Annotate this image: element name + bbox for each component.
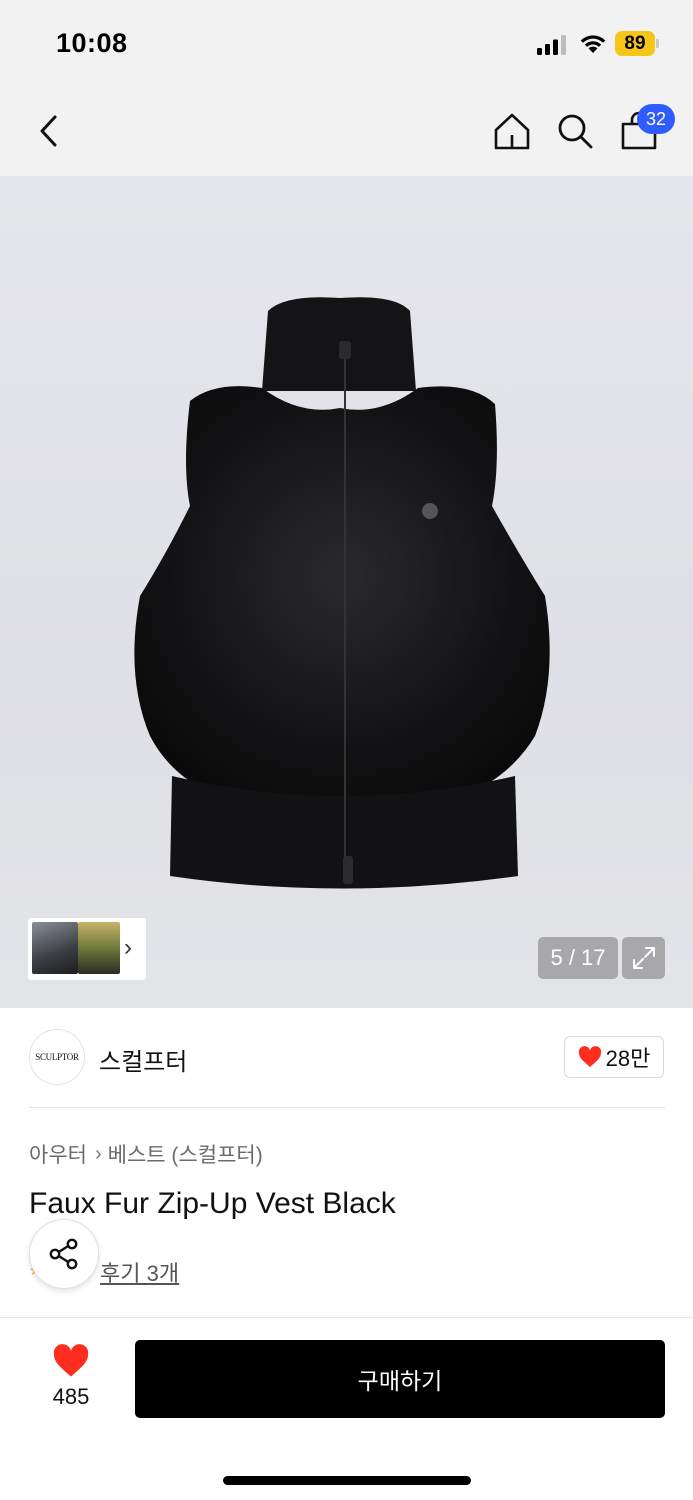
expand-icon	[632, 947, 655, 969]
buy-button[interactable]: 구매하기	[135, 1340, 665, 1418]
thumbnail-strip[interactable]: ›	[28, 918, 146, 980]
status-time: 10:08	[56, 28, 128, 58]
battery-indicator: 89	[615, 31, 659, 56]
product-image-gallery[interactable]: › 5 / 17	[0, 176, 693, 1008]
breadcrumb: 아우터 › 베스트 (스컬프터)	[29, 1139, 263, 1169]
battery-tip	[656, 39, 659, 48]
brand-like-button[interactable]: 28만	[564, 1036, 664, 1078]
heart-icon	[53, 1344, 89, 1377]
brand-row: SCULPTOR 스컬프터 28만	[0, 1008, 693, 1108]
wishlist-count: 485	[52, 1384, 90, 1409]
search-icon	[558, 114, 593, 149]
brand-name[interactable]: 스컬프터	[99, 1042, 187, 1077]
back-button[interactable]	[24, 106, 74, 156]
wishlist-button[interactable]: 485	[40, 1340, 102, 1420]
breadcrumb-item[interactable]: 베스트 (스컬프터)	[108, 1139, 263, 1169]
share-button[interactable]	[29, 1219, 99, 1289]
expand-button[interactable]	[622, 937, 665, 979]
product-image	[134, 297, 550, 889]
cellular-signal-icon	[537, 35, 566, 55]
search-button[interactable]	[550, 106, 600, 156]
thumbnail-image[interactable]	[78, 922, 120, 974]
cart-count-badge: 32	[637, 104, 675, 134]
breadcrumb-separator-icon: ›	[94, 1142, 102, 1165]
brand-like-count: 28만	[605, 1046, 651, 1071]
home-icon	[494, 113, 530, 150]
breadcrumb-item[interactable]: 아우터	[29, 1139, 87, 1169]
wifi-icon	[580, 35, 606, 53]
chevron-left-icon	[40, 115, 57, 147]
brand-logo[interactable]: SCULPTOR	[29, 1029, 85, 1085]
bottom-bar-divider	[0, 1317, 693, 1318]
review-link[interactable]: 후기 3개	[100, 1256, 179, 1288]
home-indicator	[223, 1476, 471, 1485]
divider	[29, 1107, 665, 1108]
home-button[interactable]	[487, 106, 537, 156]
thumbnail-image[interactable]	[32, 922, 78, 974]
top-nav-bar	[0, 88, 693, 176]
chevron-right-icon: ›	[124, 934, 132, 961]
share-icon	[49, 1238, 78, 1270]
product-title: Faux Fur Zip-Up Vest Black	[29, 1187, 396, 1220]
image-counter: 5 / 17	[538, 937, 618, 979]
heart-icon	[578, 1046, 601, 1067]
status-bar: 10:08 89	[0, 0, 693, 88]
battery-level: 89	[624, 33, 646, 54]
